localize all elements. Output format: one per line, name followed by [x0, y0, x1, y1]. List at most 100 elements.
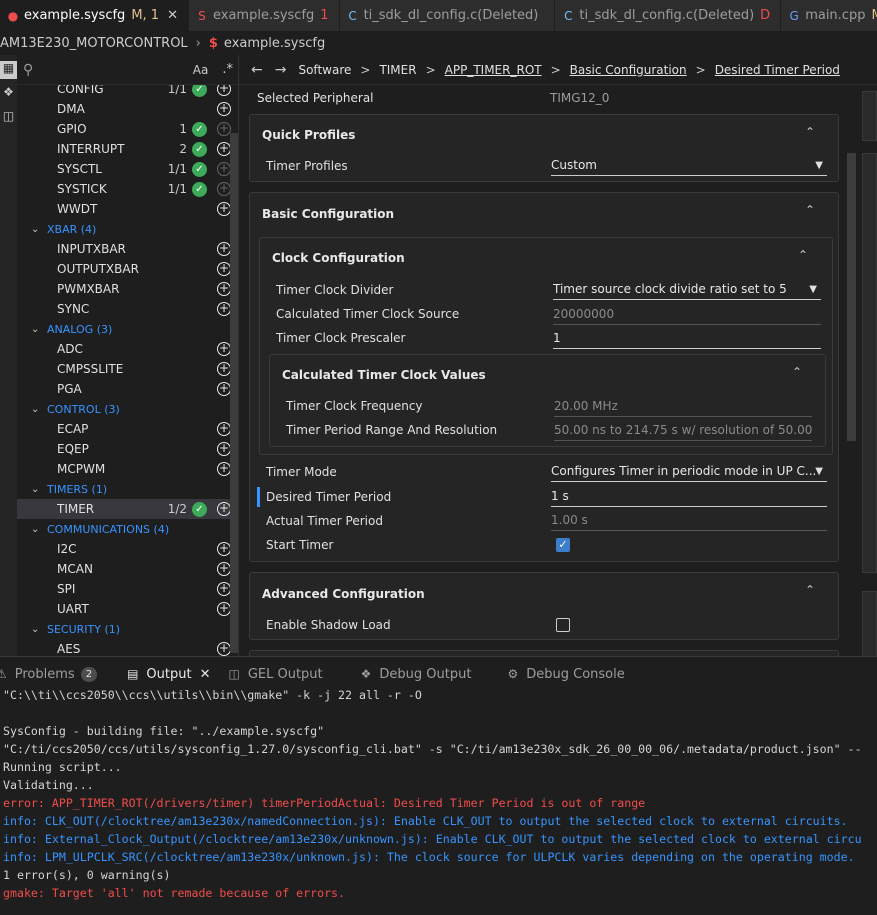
- tab-output[interactable]: ▤ Output ✕: [127, 667, 210, 682]
- module-item[interactable]: SPI +: [17, 579, 238, 599]
- desired-timer-period-input[interactable]: 1 s: [551, 489, 827, 507]
- tab-gel-output[interactable]: ◫ GEL Output: [228, 667, 322, 682]
- add-instance-icon[interactable]: +: [217, 342, 231, 356]
- module-item[interactable]: SYNC +: [17, 299, 238, 319]
- nav-path-desired-period[interactable]: Desired Timer Period: [715, 63, 840, 77]
- shadow-load-checkbox[interactable]: [556, 618, 570, 632]
- chevron-up-icon[interactable]: ⌃: [798, 248, 808, 262]
- add-instance-icon[interactable]: +: [217, 262, 231, 276]
- start-timer-label: Start Timer: [266, 538, 334, 552]
- add-instance-icon[interactable]: +: [217, 502, 231, 516]
- add-instance-icon[interactable]: +: [217, 542, 231, 556]
- breadcrumb-file[interactable]: example.syscfg: [224, 36, 325, 51]
- match-case-toggle[interactable]: Aa: [193, 63, 209, 77]
- shadow-load-label: Enable Shadow Load: [266, 618, 391, 632]
- editor-tab-example-syscfg-2[interactable]: S example.syscfg 1: [188, 0, 340, 31]
- timer-profiles-select[interactable]: Custom ▼: [551, 158, 827, 176]
- timer-clock-divider-select[interactable]: Timer source clock divide ratio set to 5…: [553, 282, 821, 300]
- add-instance-icon[interactable]: +: [217, 122, 231, 136]
- module-item[interactable]: ECAP +: [17, 419, 238, 439]
- prescaler-input[interactable]: 1: [553, 331, 821, 349]
- category-label: TIMERS (1): [47, 482, 108, 496]
- module-item[interactable]: CMPSSLITE +: [17, 359, 238, 379]
- device-view-icon[interactable]: ❖: [0, 85, 17, 103]
- add-instance-icon[interactable]: +: [217, 642, 231, 656]
- add-instance-icon[interactable]: +: [217, 582, 231, 596]
- module-category[interactable]: ⌄ COMMUNICATIONS (4): [17, 519, 238, 539]
- module-category[interactable]: ⌄ CONTROL (3): [17, 399, 238, 419]
- chevron-up-icon[interactable]: ⌃: [805, 583, 815, 597]
- add-instance-icon[interactable]: +: [217, 362, 231, 376]
- module-item[interactable]: UART +: [17, 599, 238, 619]
- module-item[interactable]: WWDT +: [17, 199, 238, 219]
- module-item[interactable]: MCPWM +: [17, 459, 238, 479]
- nav-path-basic-config[interactable]: Basic Configuration: [570, 63, 687, 77]
- tab-problems[interactable]: ⚠ Problems 2: [0, 666, 98, 682]
- add-instance-icon[interactable]: +: [217, 562, 231, 576]
- back-arrow-icon[interactable]: ←: [251, 62, 263, 78]
- tab-debug-console[interactable]: ⚙ Debug Console: [507, 667, 624, 682]
- module-item[interactable]: GPIO 1 ✓ +: [17, 119, 238, 139]
- module-item[interactable]: MCAN +: [17, 559, 238, 579]
- module-item[interactable]: AES +: [17, 639, 238, 656]
- module-label: DMA: [57, 102, 85, 116]
- modules-view-icon[interactable]: ▦: [0, 61, 17, 79]
- module-item[interactable]: EQEP +: [17, 439, 238, 459]
- module-item[interactable]: PGA +: [17, 379, 238, 399]
- add-instance-icon[interactable]: +: [217, 282, 231, 296]
- tab-debug-output[interactable]: ❖ Debug Output: [361, 667, 472, 682]
- close-icon[interactable]: ✕: [200, 667, 211, 682]
- add-instance-icon[interactable]: +: [217, 462, 231, 476]
- nav-path-timer[interactable]: TIMER: [379, 63, 416, 77]
- module-item[interactable]: I2C +: [17, 539, 238, 559]
- nav-path-software[interactable]: Software: [298, 63, 351, 77]
- add-instance-icon[interactable]: +: [217, 442, 231, 456]
- editor-tab-example-syscfg-1[interactable]: ● example.syscfg M, 1 ✕: [0, 0, 189, 31]
- add-instance-icon[interactable]: +: [217, 202, 231, 216]
- module-item[interactable]: SYSTICK 1/1 ✓ +: [17, 179, 238, 199]
- editor-tab-config-c-2[interactable]: C ti_sdk_dl_config.c(Deleted) D: [555, 0, 782, 31]
- forward-arrow-icon[interactable]: →: [275, 62, 287, 78]
- tab-title: main.cpp: [805, 8, 866, 23]
- add-instance-icon[interactable]: +: [217, 302, 231, 316]
- editor-tab-main-cpp[interactable]: G main.cpp M: [781, 0, 877, 31]
- module-item[interactable]: OUTPUTXBAR +: [17, 259, 238, 279]
- module-category[interactable]: ⌄ SECURITY (1): [17, 619, 238, 639]
- chevron-up-icon[interactable]: ⌃: [805, 203, 815, 217]
- timer-mode-select[interactable]: Configures Timer in periodic mode in UP …: [551, 464, 827, 482]
- nav-path-instance[interactable]: APP_TIMER_ROT: [445, 63, 542, 77]
- desired-timer-period-value: 1 s: [551, 489, 569, 503]
- add-instance-icon[interactable]: +: [217, 242, 231, 256]
- module-category[interactable]: ⌄ TIMERS (1): [17, 479, 238, 499]
- files-view-icon[interactable]: ◫: [0, 109, 17, 127]
- chevron-up-icon[interactable]: ⌃: [805, 125, 815, 139]
- sysconfig-icon: ●: [7, 8, 19, 23]
- add-instance-icon[interactable]: +: [217, 182, 231, 196]
- breadcrumb-project[interactable]: AM13E230_MOTORCONTROL: [0, 36, 188, 51]
- module-category[interactable]: ⌄ ANALOG (3): [17, 319, 238, 339]
- add-instance-icon[interactable]: +: [217, 102, 231, 116]
- sidebar-scrollbar[interactable]: [230, 133, 238, 653]
- module-label: MCAN: [57, 562, 93, 576]
- module-item[interactable]: PWMXBAR +: [17, 279, 238, 299]
- module-item[interactable]: INTERRUPT 2 ✓ +: [17, 139, 238, 159]
- add-instance-icon[interactable]: +: [217, 602, 231, 616]
- output-console[interactable]: "C:\\ti\\ccs2050\\ccs\\utils\\bin\\gmake…: [0, 686, 877, 915]
- editor-tab-config-c-1[interactable]: C ti_sdk_dl_config.c(Deleted): [339, 0, 556, 31]
- module-item[interactable]: SYSCTL 1/1 ✓ +: [17, 159, 238, 179]
- add-instance-icon[interactable]: +: [217, 142, 231, 156]
- module-item[interactable]: TIMER 1/2 ✓ +: [17, 499, 238, 519]
- module-category[interactable]: ⌄ XBAR (4): [17, 219, 238, 239]
- close-icon[interactable]: ✕: [167, 8, 178, 23]
- module-item[interactable]: DMA +: [17, 99, 238, 119]
- add-instance-icon[interactable]: +: [217, 382, 231, 396]
- config-scrollbar[interactable]: [847, 153, 856, 441]
- regex-toggle[interactable]: .*: [222, 62, 233, 77]
- module-item[interactable]: INPUTXBAR +: [17, 239, 238, 259]
- search-input[interactable]: [41, 62, 193, 77]
- chevron-up-icon[interactable]: ⌃: [792, 365, 802, 379]
- add-instance-icon[interactable]: +: [217, 422, 231, 436]
- add-instance-icon[interactable]: +: [217, 162, 231, 176]
- module-item[interactable]: ADC +: [17, 339, 238, 359]
- start-timer-checkbox[interactable]: ✓: [556, 538, 570, 552]
